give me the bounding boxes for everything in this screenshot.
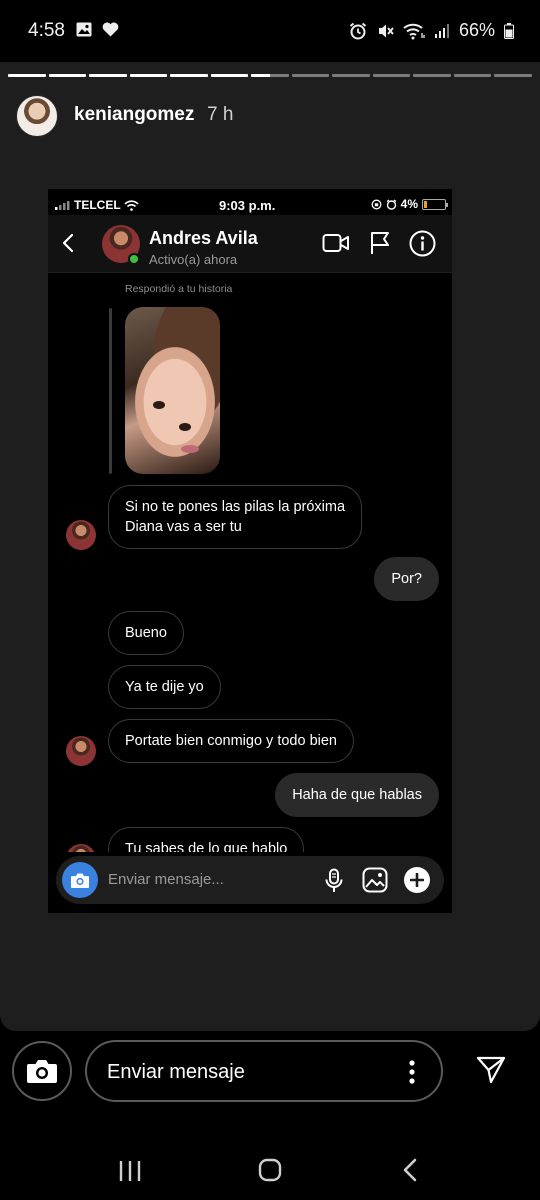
story-progress-segment <box>8 74 46 77</box>
camera-button[interactable] <box>62 862 98 898</box>
story-progress-segment <box>413 74 451 77</box>
story-progress-segment <box>48 74 87 77</box>
battery-icon <box>504 22 514 39</box>
status-time: 4:58 <box>28 20 65 41</box>
story-progress-segment <box>251 74 289 77</box>
heart-icon <box>102 22 119 37</box>
back-icon[interactable] <box>400 1158 420 1182</box>
story-reply-bar: Enviar mensaje <box>0 1031 540 1121</box>
story-progress-bar <box>8 74 532 77</box>
camera-button[interactable] <box>12 1041 72 1101</box>
story-reply-input[interactable]: Enviar mensaje <box>85 1040 443 1102</box>
message-bubble[interactable]: Tu sabes de lo que hablo <box>108 827 305 852</box>
story-reply-placeholder: Enviar mensaje <box>107 1061 245 1083</box>
message-avatar <box>66 736 96 766</box>
system-navigation-bar <box>0 1140 540 1200</box>
story-progress-segment <box>129 74 168 77</box>
message-bubble[interactable]: Portate bien conmigo y todo bien <box>108 719 354 763</box>
message-input-placeholder[interactable]: Enviar mensaje... <box>108 871 224 888</box>
recent-apps-icon[interactable] <box>118 1160 142 1182</box>
more-options-icon[interactable] <box>409 1060 415 1084</box>
camera-icon <box>71 873 89 888</box>
wifi-icon <box>403 23 425 39</box>
message-avatar <box>66 844 96 852</box>
signal-icon <box>434 23 449 38</box>
add-button[interactable] <box>404 867 430 893</box>
story-author-avatar[interactable] <box>16 95 58 137</box>
story-progress-segment <box>453 74 492 77</box>
status-bar: 4:58 66% <box>0 0 540 62</box>
story-progress-segment <box>89 74 127 77</box>
gallery-icon[interactable] <box>362 867 388 893</box>
battery-percent: 66% <box>458 20 495 40</box>
send-icon[interactable] <box>476 1056 506 1084</box>
home-icon[interactable] <box>258 1158 282 1182</box>
mute-icon <box>378 24 394 37</box>
microphone-icon[interactable] <box>324 868 344 894</box>
story-progress-segment <box>210 74 249 77</box>
camera-icon <box>27 1060 57 1083</box>
message-bubble[interactable]: Haha de que hablas <box>275 773 439 817</box>
message-bubble[interactable]: Por? <box>374 557 439 601</box>
story-time-ago: 7 h <box>207 104 234 125</box>
alarm-icon <box>349 22 367 39</box>
message-bubble[interactable]: Si no te pones las pilas la próxima Dian… <box>108 485 363 549</box>
story-progress-segment <box>372 74 411 77</box>
replied-story-thumbnail[interactable] <box>125 307 220 474</box>
chat-content: Respondió a tu historia Si no te pones l… <box>48 189 452 852</box>
story-progress-segment <box>332 74 370 77</box>
story-username[interactable]: keniangomez <box>74 104 194 126</box>
image-icon <box>76 22 92 37</box>
story-progress-segment <box>494 74 532 77</box>
message-bubble[interactable]: Ya te dije yo <box>108 665 221 709</box>
message-bubble[interactable]: Bueno <box>108 611 184 655</box>
story-reply-line <box>109 308 112 474</box>
message-avatar <box>66 520 96 550</box>
story-reply-label: Respondió a tu historia <box>125 283 233 295</box>
dm-composer[interactable]: Enviar mensaje... <box>56 856 444 904</box>
story-progress-segment <box>291 74 330 77</box>
plus-icon <box>410 873 424 887</box>
story-progress-segment <box>170 74 208 77</box>
